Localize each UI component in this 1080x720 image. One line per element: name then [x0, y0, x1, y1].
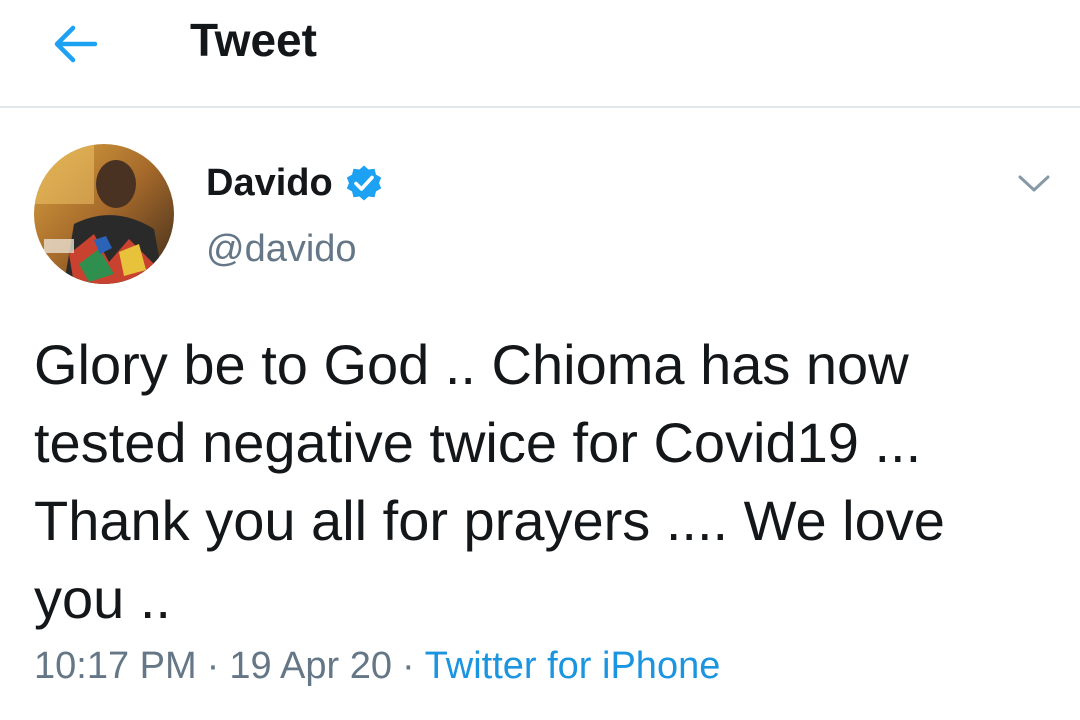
tweet-date[interactable]: 19 Apr 20 — [229, 645, 392, 687]
avatar-photo — [34, 144, 174, 284]
chevron-down-icon — [1018, 175, 1050, 192]
tweet-time[interactable]: 10:17 PM — [34, 645, 197, 687]
top-bar: Tweet — [0, 0, 1080, 108]
tweet-options-button[interactable] — [1010, 160, 1058, 208]
tweet-metadata: 10:17 PM · 19 Apr 20 · Twitter for iPhone — [34, 642, 720, 690]
tweet-source-link[interactable]: Twitter for iPhone — [425, 645, 721, 687]
meta-separator: · — [206, 645, 220, 687]
verified-badge-icon — [345, 164, 383, 202]
meta-separator: · — [402, 645, 415, 687]
author-info[interactable]: Davido — [206, 160, 383, 206]
back-button[interactable] — [44, 14, 104, 74]
tweet-text: Glory be to God .. Chioma has now tested… — [34, 333, 945, 630]
avatar[interactable] — [34, 144, 174, 284]
author-name: Davido — [206, 162, 333, 204]
author-handle[interactable]: @davido — [206, 226, 357, 272]
arrow-left-icon — [54, 25, 97, 63]
page-title: Tweet — [190, 14, 317, 66]
